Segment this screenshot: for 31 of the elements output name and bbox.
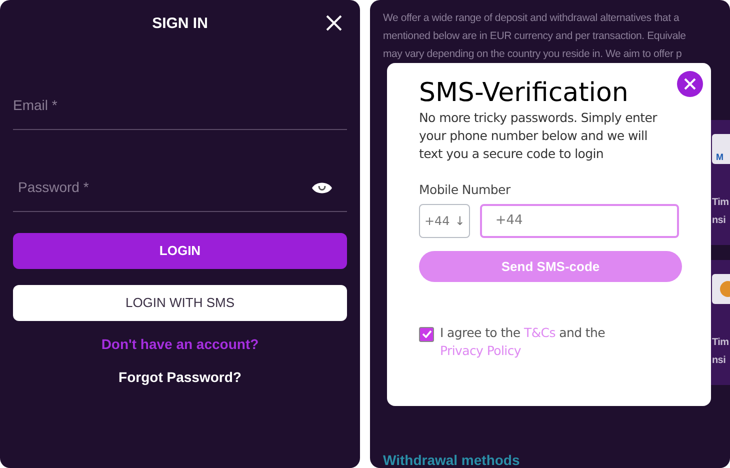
- card-text: Tim: [712, 196, 730, 210]
- country-code-select[interactable]: +44 ↓: [419, 204, 470, 238]
- logo-letter: M: [716, 150, 724, 164]
- close-button[interactable]: [677, 71, 703, 97]
- check-icon: [422, 330, 432, 338]
- terms-link[interactable]: T&Cs: [524, 324, 556, 340]
- card-text: Tim: [712, 336, 730, 350]
- dialog-description: No more tricky passwords. Simply enter your phone number below and we will text you a secure code to login: [419, 109, 658, 163]
- eye-icon[interactable]: [311, 180, 333, 194]
- info-text: mentioned below are in EUR currency and per transaction. Equivale: [383, 29, 686, 44]
- agree-text: I agree to the T&Cs and the Privacy Policy: [440, 324, 606, 360]
- info-text: may vary depending on the country you reside in. We aim to offer p: [383, 47, 682, 62]
- close-icon[interactable]: [326, 15, 342, 31]
- register-link[interactable]: Don't have an account?: [101, 334, 259, 355]
- section-heading: Withdrawal methods: [383, 451, 520, 468]
- field-label: Mobile Number: [419, 181, 512, 199]
- send-sms-code-button[interactable]: Send SMS-code: [419, 250, 682, 282]
- privacy-policy-link[interactable]: Privacy Policy: [440, 342, 521, 358]
- card-text: nsi: [712, 214, 727, 228]
- email-field[interactable]: Email *: [13, 95, 347, 116]
- close-icon: [684, 78, 696, 90]
- login-button[interactable]: LOGIN: [13, 233, 347, 269]
- panel-title: SIGN IN: [152, 14, 208, 34]
- dialog-title: SMS-Verification: [419, 77, 630, 109]
- card-text: nsi: [712, 354, 727, 368]
- phone-field[interactable]: +44: [480, 204, 679, 238]
- forgot-password-link[interactable]: Forgot Password?: [118, 367, 242, 388]
- password-field[interactable]: Password *: [18, 177, 311, 198]
- agree-checkbox[interactable]: [419, 326, 434, 342]
- info-text: We offer a wide range of deposit and withdrawal alternatives that a: [383, 11, 680, 26]
- login-with-sms-button[interactable]: LOGIN WITH SMS: [13, 285, 347, 321]
